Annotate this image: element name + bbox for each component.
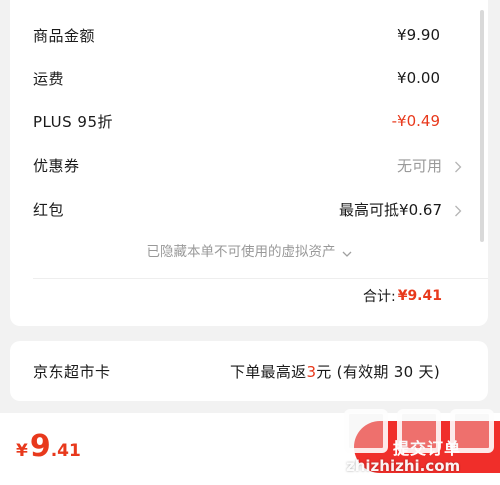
supermarket-card-line: 京东超市卡 下单最高返3元 (有效期 30 天) [10, 356, 488, 386]
hidden-assets-text: 已隐藏本单不可使用的虚拟资产 [146, 244, 336, 260]
submit-order-button[interactable]: 提交订单 [354, 421, 500, 473]
plus-discount-value: -¥0.49 [391, 112, 440, 130]
total-label: 合计: [362, 289, 396, 305]
currency-symbol: ¥ [16, 441, 28, 461]
price-integer: 9 [29, 429, 51, 464]
red-packet-value: 最高可抵¥0.67 [339, 200, 442, 219]
total-line: 合计: ¥9.41 [363, 282, 442, 310]
payable-price: ¥ 9 .41 [16, 429, 81, 464]
supermarket-card-value: 下单最高返3元 (有效期 30 天) [230, 361, 440, 382]
coupon-label: 优惠券 [33, 156, 80, 175]
coupon-value: 无可用 [396, 156, 442, 175]
row-coupon[interactable]: 优惠券 无可用 [10, 150, 488, 180]
red-packet-label: 红包 [33, 200, 65, 219]
supermarket-card-row[interactable]: 京东超市卡 下单最高返3元 (有效期 30 天) [10, 341, 488, 401]
plus-discount-label: PLUS 95折 [33, 112, 114, 131]
row-red-packet[interactable]: 红包 最高可抵¥0.67 [10, 194, 488, 224]
total-amount: ¥9.41 [397, 288, 442, 304]
row-goods-amount: 商品金额 ¥9.90 [10, 20, 488, 50]
shipping-value: ¥0.00 [397, 69, 440, 87]
shipping-label: 运费 [33, 69, 65, 88]
chevron-down-icon [342, 246, 352, 257]
supermarket-card-label: 京东超市卡 [33, 362, 111, 381]
divider [33, 278, 488, 279]
cashback-suffix: 元 (有效期 30 天) [316, 362, 440, 381]
chevron-right-icon [454, 161, 462, 173]
order-summary-card: 商品金额 ¥9.90 运费 ¥0.00 PLUS 95折 -¥0.49 优惠券 … [10, 0, 488, 326]
goods-amount-label: 商品金额 [33, 26, 96, 45]
checkout-bar: ¥ 9 .41 提交订单 [0, 413, 500, 485]
cashback-amount: 3 [306, 362, 317, 381]
goods-amount-value: ¥9.90 [397, 26, 440, 44]
row-shipping: 运费 ¥0.00 [10, 63, 488, 93]
cashback-prefix: 下单最高返 [229, 362, 307, 381]
row-plus-discount: PLUS 95折 -¥0.49 [10, 106, 488, 136]
hidden-assets-toggle[interactable]: 已隐藏本单不可使用的虚拟资产 [10, 237, 488, 263]
price-decimal: .41 [50, 441, 81, 461]
chevron-right-icon [454, 205, 462, 217]
